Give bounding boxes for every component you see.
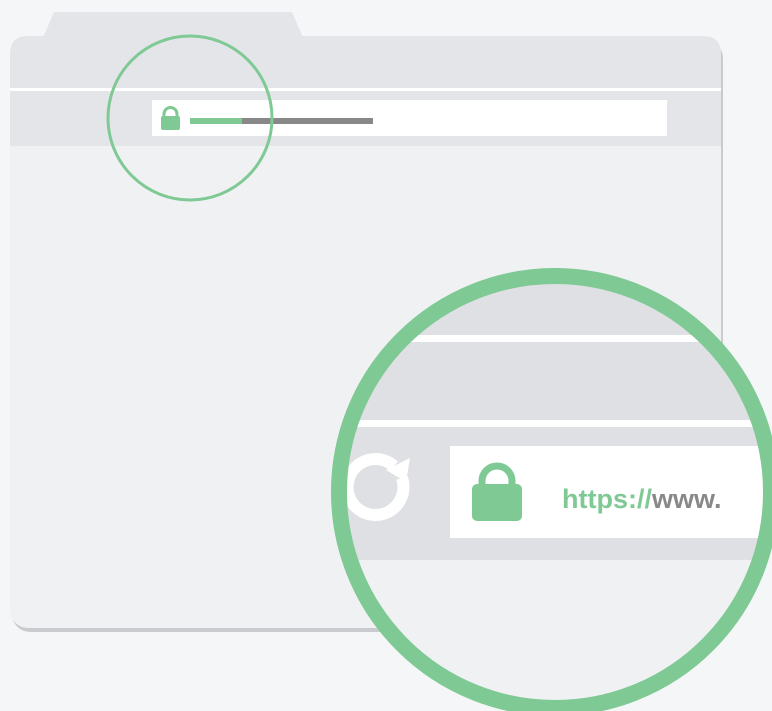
url-scheme: https:// — [562, 484, 652, 514]
browser-tab — [42, 12, 304, 40]
url-host-placeholder — [242, 118, 373, 124]
zoom-lens: https://www. — [331, 268, 772, 711]
secure-browser-illustration: https://www. — [0, 0, 772, 711]
url-scheme-placeholder — [190, 118, 242, 124]
url-text: https://www. — [562, 484, 722, 514]
url-host: www. — [651, 484, 722, 514]
